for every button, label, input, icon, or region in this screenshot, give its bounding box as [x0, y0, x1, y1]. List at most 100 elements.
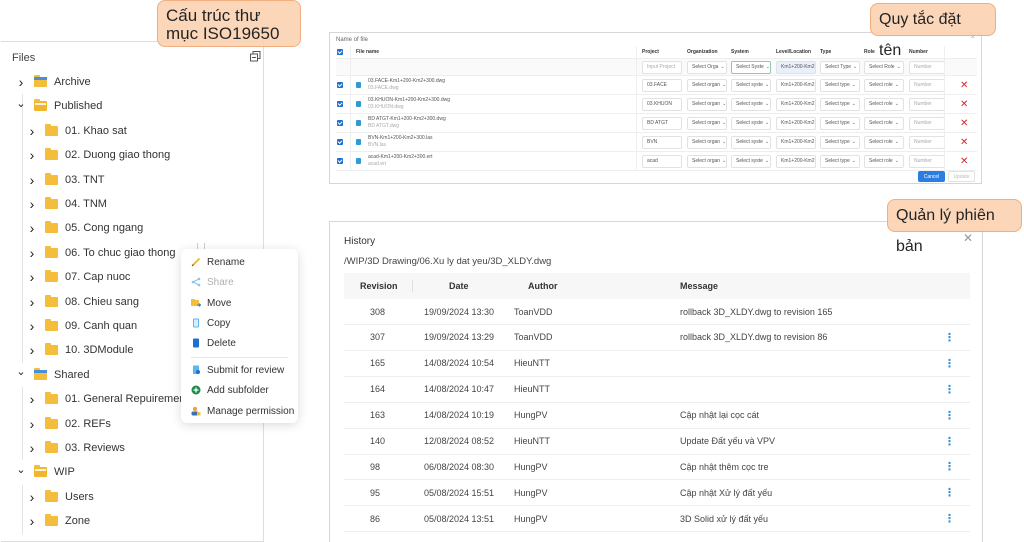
close-icon[interactable]: ✕ [963, 231, 973, 245]
tree-item[interactable]: › 01. General Repuirements [27, 389, 194, 409]
organization-select[interactable]: Select organ ⌄ [687, 116, 727, 130]
level-location-input[interactable]: Km1+200-Km2 [776, 97, 816, 111]
chevron-right-icon[interactable]: › [27, 269, 37, 285]
chevron-down-icon[interactable]: ⌄ [16, 365, 26, 378]
chevron-down-icon[interactable]: ⌄ [16, 97, 26, 110]
row-actions-button[interactable]: ⋮ [944, 506, 955, 531]
project-input[interactable]: BVN [642, 135, 682, 149]
row-actions-button[interactable]: ⋮ [944, 454, 955, 479]
tree-item[interactable]: ⌄ Shared [16, 365, 89, 385]
collapse-all-icon[interactable] [250, 51, 261, 62]
column-header[interactable]: Organization [687, 46, 718, 58]
role-select[interactable]: Select role ⌄ [864, 135, 904, 149]
history-row[interactable]: 86 05/08/2024 13:51 HungPV 3D Solid xử lý đ… [344, 506, 970, 533]
history-row[interactable]: 98 06/08/2024 08:30 HungPV Cập nhật thêm cọ… [344, 454, 970, 481]
chevron-right-icon[interactable]: › [27, 123, 37, 139]
project-input[interactable]: 03.FACE [642, 78, 682, 92]
row-checkbox[interactable] [337, 95, 343, 113]
tree-item[interactable]: › 04. TNM [27, 194, 107, 214]
number-input[interactable]: Number [909, 135, 945, 149]
tree-item[interactable]: › Zone [27, 511, 90, 531]
chevron-right-icon[interactable]: › [27, 416, 37, 432]
tree-item[interactable]: › 10. 3DModule [27, 340, 134, 360]
tree-item[interactable]: › 02. Duong giao thong [27, 145, 171, 165]
row-checkbox[interactable] [337, 76, 343, 94]
chevron-right-icon[interactable]: › [27, 220, 37, 236]
system-select[interactable]: Select Syste ⌄ [731, 60, 771, 74]
column-header[interactable]: System [731, 46, 749, 58]
tree-item[interactable]: › 06. To chuc giao thong [27, 243, 176, 263]
number-input[interactable]: Number [909, 78, 945, 92]
role-select[interactable]: Select role ⌄ [864, 97, 904, 111]
remove-row-button[interactable]: ✕ [960, 76, 968, 94]
type-select[interactable]: Select type ⌄ [820, 116, 860, 130]
chevron-right-icon[interactable]: › [27, 294, 37, 310]
tree-item[interactable]: › 02. REFs [27, 414, 111, 434]
tree-item[interactable]: › 03. Reviews [27, 438, 125, 458]
tree-item[interactable]: ⌄ Published [16, 96, 102, 116]
column-header-message[interactable]: Message [680, 273, 718, 299]
row-actions-button[interactable]: ⋮ [944, 377, 955, 402]
number-input[interactable]: Number [909, 116, 945, 130]
type-select[interactable]: Select type ⌄ [820, 97, 860, 111]
column-header[interactable]: Role [864, 46, 875, 58]
number-input[interactable]: Number [909, 154, 945, 168]
row-checkbox[interactable] [337, 152, 343, 170]
history-row[interactable]: 140 12/08/2024 08:52 HieuNTT Update Đất yếu… [344, 429, 970, 455]
column-header[interactable]: Type [820, 46, 831, 58]
menu-item-manage-permission[interactable]: Manage permission [191, 403, 294, 419]
row-checkbox[interactable] [337, 133, 343, 151]
history-row[interactable]: 163 14/08/2024 10:19 HungPV Cập nhật lại cọ… [344, 403, 970, 429]
chevron-down-icon[interactable]: ⌄ [16, 463, 26, 476]
level-location-input[interactable]: Km1+200-Km2 [776, 116, 816, 130]
tree-item[interactable]: › Users [27, 487, 94, 507]
role-select[interactable]: Select role ⌄ [864, 78, 904, 92]
remove-row-button[interactable]: ✕ [960, 114, 968, 132]
level-location-input[interactable]: Km1+200-Km2 [776, 78, 816, 92]
system-select[interactable]: Select syste ⌄ [731, 154, 771, 168]
update-button[interactable]: Update [948, 171, 975, 182]
chevron-right-icon[interactable]: › [27, 196, 37, 212]
system-select[interactable]: Select syste ⌄ [731, 116, 771, 130]
history-row[interactable]: 307 19/09/2024 13:29 ToanVDD rollback 3D_XL… [344, 325, 970, 351]
number-input[interactable]: Number [909, 97, 945, 111]
system-select[interactable]: Select syste ⌄ [731, 97, 771, 111]
chevron-right-icon[interactable]: › [27, 147, 37, 163]
chevron-right-icon[interactable]: › [16, 74, 26, 90]
chevron-right-icon[interactable]: › [27, 172, 37, 188]
tree-item[interactable]: › 09. Canh quan [27, 316, 138, 336]
remove-row-button[interactable]: ✕ [960, 152, 968, 170]
level-location-input[interactable]: Km1+200-Km2 [776, 60, 816, 74]
tree-item[interactable]: › 07. Cap nuoc [27, 267, 131, 287]
column-header[interactable]: Level/Location [776, 46, 811, 58]
number-input[interactable]: Number [909, 60, 945, 74]
chevron-right-icon[interactable]: › [27, 342, 37, 358]
organization-select[interactable]: Select organ ⌄ [687, 78, 727, 92]
level-location-input[interactable]: Km1+200-Km2 [776, 154, 816, 168]
chevron-right-icon[interactable]: › [27, 318, 37, 334]
chevron-right-icon[interactable]: › [27, 391, 37, 407]
type-select[interactable]: Select type ⌄ [820, 154, 860, 168]
row-actions-button[interactable]: ⋮ [944, 403, 955, 428]
row-actions-button[interactable]: ⋮ [944, 325, 955, 350]
menu-item-add-subfolder[interactable]: Add subfolder [191, 382, 269, 398]
role-select[interactable]: Select role ⌄ [864, 116, 904, 130]
project-input[interactable]: BD ATGT [642, 116, 682, 130]
type-select[interactable]: Select Type ⌄ [820, 60, 860, 74]
column-header-author[interactable]: Author [528, 273, 558, 299]
menu-item-submit-for-review[interactable]: Submit for review [191, 362, 284, 378]
tree-item[interactable]: › 08. Chieu sang [27, 292, 139, 312]
row-actions-button[interactable]: ⋮ [944, 429, 955, 454]
cancel-button[interactable]: Cancel [918, 171, 945, 182]
row-checkbox[interactable] [337, 114, 343, 132]
history-row[interactable]: 95 05/08/2024 15:51 HungPV Cập nhật Xử lý đ… [344, 480, 970, 507]
history-row[interactable]: 164 14/08/2024 10:47 HieuNTT ⋮ [344, 377, 970, 403]
chevron-right-icon[interactable]: › [27, 513, 37, 529]
tree-item[interactable]: › 03. TNT [27, 170, 105, 190]
remove-row-button[interactable]: ✕ [960, 95, 968, 113]
chevron-right-icon[interactable]: › [27, 489, 37, 505]
level-location-input[interactable]: Km1+200-Km2 [776, 135, 816, 149]
history-row[interactable]: 308 19/09/2024 13:30 ToanVDD rollback 3D_XL… [344, 299, 970, 325]
chevron-right-icon[interactable]: › [27, 440, 37, 456]
menu-item-move[interactable]: Move [191, 295, 231, 311]
